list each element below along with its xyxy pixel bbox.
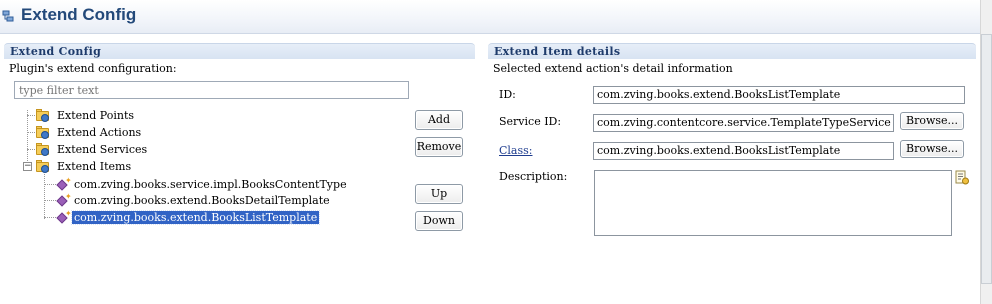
folder-icon <box>35 142 51 156</box>
extend-item-details-section-title: Extend Item details <box>494 45 621 58</box>
tree-node-books-detail-template[interactable]: ✦ com.zving.books.extend.BooksDetailTemp… <box>56 192 330 208</box>
down-button[interactable]: Down <box>415 211 463 231</box>
edit-description-icon[interactable] <box>955 170 969 185</box>
editor-header: Extend Config <box>0 0 980 34</box>
tree-node-label: Extend Points <box>57 108 135 122</box>
tree-node-books-content-type[interactable]: ✦ com.zving.books.service.impl.BooksCont… <box>56 176 347 192</box>
tree-node-extend-services[interactable]: Extend Services <box>35 141 147 157</box>
extend-config-description: Plugin's extend configuration: <box>9 62 177 75</box>
tree-connector <box>44 174 45 219</box>
extend-item-icon: ✦ <box>56 192 72 207</box>
add-button[interactable]: Add <box>415 110 463 130</box>
tree-node-books-list-template[interactable]: ✦ com.zving.books.extend.BooksListTempla… <box>56 209 321 225</box>
tree-node-label: Extend Services <box>57 142 148 156</box>
scrollbar-thumb[interactable] <box>981 34 992 284</box>
tree-node-label: Extend Items <box>57 159 132 173</box>
service-browse-button[interactable]: Browse... <box>900 112 964 130</box>
id-label: ID: <box>499 88 516 101</box>
service-id-field[interactable]: com.zving.contentcore.service.TemplateTy… <box>593 114 894 132</box>
class-browse-button[interactable]: Browse... <box>900 140 964 158</box>
extend-item-icon: ✦ <box>56 209 72 224</box>
tree-filter-input[interactable] <box>14 81 409 99</box>
extend-item-details-description: Selected extend action's detail informat… <box>493 62 733 75</box>
extend-config-section-title: Extend Config <box>10 45 102 58</box>
up-button[interactable]: Up <box>415 184 463 204</box>
extend-item-icon: ✦ <box>56 176 72 191</box>
tree-connector <box>44 184 56 185</box>
tree-node-label: com.zving.books.service.impl.BooksConten… <box>74 177 347 191</box>
tree-node-extend-items[interactable]: Extend Items <box>35 158 131 174</box>
id-field[interactable]: com.zving.books.extend.BooksListTemplate <box>593 86 965 104</box>
tree-node-label: com.zving.books.extend.BooksDetailTempla… <box>74 193 330 207</box>
tree-connector <box>44 217 56 218</box>
config-editor-icon <box>2 10 14 22</box>
page-title: Extend Config <box>21 5 137 24</box>
description-label: Description: <box>499 170 568 183</box>
tree-connector <box>44 200 56 201</box>
folder-icon <box>35 108 51 122</box>
remove-button[interactable]: Remove <box>415 137 463 157</box>
folder-icon <box>35 159 51 173</box>
tree-node-label: com.zving.books.extend.BooksListTemplate <box>70 209 321 225</box>
folder-icon <box>35 125 51 139</box>
class-field[interactable]: com.zving.books.extend.BooksListTemplate <box>593 142 894 160</box>
collapse-toggle-icon[interactable]: − <box>23 162 32 171</box>
description-textarea[interactable] <box>594 170 952 236</box>
tree-connector <box>27 110 28 167</box>
tree-node-extend-actions[interactable]: Extend Actions <box>35 124 141 140</box>
extend-tree[interactable]: Extend Points Extend Actions Extend Serv… <box>16 104 347 234</box>
tree-node-label: Extend Actions <box>57 125 142 139</box>
class-link[interactable]: Class: <box>499 144 533 157</box>
service-id-label: Service ID: <box>499 115 562 128</box>
tree-node-extend-points[interactable]: Extend Points <box>35 107 134 123</box>
